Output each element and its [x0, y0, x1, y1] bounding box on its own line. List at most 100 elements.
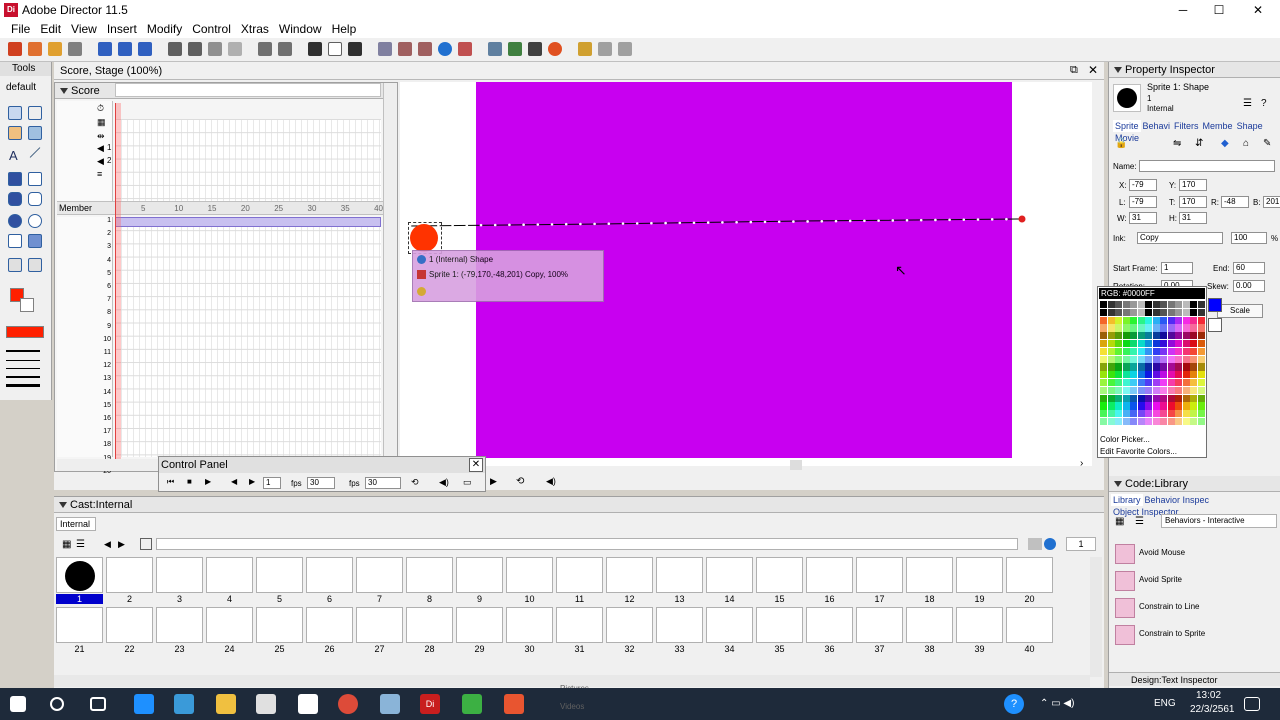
extra-play-icon[interactable]: ▶	[490, 476, 497, 487]
palette-swatch[interactable]	[1130, 418, 1137, 426]
cast-member-cell[interactable]	[1006, 607, 1053, 643]
palette-swatch[interactable]	[1145, 347, 1152, 356]
menu-insert[interactable]: Insert	[102, 20, 142, 38]
palette-swatch[interactable]	[1107, 316, 1115, 324]
palette-swatch[interactable]	[1182, 394, 1190, 402]
palette-swatch[interactable]	[1160, 355, 1167, 363]
cast-member-cell[interactable]	[406, 557, 453, 593]
palette-swatch[interactable]	[1137, 371, 1145, 379]
palette-swatch[interactable]	[1167, 402, 1175, 410]
palette-swatch[interactable]	[1145, 301, 1152, 309]
filled-ellipse-icon[interactable]	[8, 214, 22, 228]
checkbox-tool-icon[interactable]	[8, 234, 22, 248]
palette-swatch[interactable]	[1190, 324, 1197, 332]
end-keyframe-handle[interactable]	[1018, 215, 1026, 223]
extra-volume-icon[interactable]: ◀)	[546, 476, 556, 487]
channel-number[interactable]: 12	[97, 362, 111, 369]
palette-swatch[interactable]	[1145, 418, 1152, 426]
palette-swatch[interactable]	[1152, 316, 1160, 324]
stage-scroll-thumb[interactable]	[790, 460, 802, 470]
palette-swatch[interactable]	[1167, 379, 1175, 387]
sprite-span-channel-1[interactable]	[115, 217, 381, 227]
palette-swatch[interactable]	[1175, 355, 1182, 363]
y-field[interactable]: 170	[1179, 179, 1207, 191]
palette-swatch[interactable]	[1145, 316, 1152, 324]
palette-swatch[interactable]	[1107, 386, 1115, 395]
palette-swatch[interactable]	[1130, 410, 1137, 418]
palette-swatch[interactable]	[1115, 332, 1122, 340]
frame-label-bar[interactable]	[115, 83, 381, 97]
palette-swatch[interactable]	[1197, 301, 1205, 309]
copy-icon[interactable]	[208, 42, 222, 56]
palette-swatch[interactable]	[1152, 363, 1160, 371]
button-tool-icon[interactable]	[28, 258, 42, 272]
palette-swatch[interactable]	[1190, 371, 1197, 379]
cast-member-cell[interactable]	[506, 607, 553, 643]
palette-swatch[interactable]	[1122, 301, 1130, 309]
channel-number[interactable]: 2	[97, 230, 111, 237]
r-field[interactable]: -48	[1221, 196, 1249, 208]
list-view-icon[interactable]: ☰	[76, 539, 85, 550]
palette-swatch[interactable]	[1152, 379, 1160, 387]
behavior-icon[interactable]	[598, 42, 612, 56]
palette-swatch[interactable]	[1197, 394, 1205, 402]
palette-swatch[interactable]	[1175, 347, 1182, 356]
palette-swatch[interactable]	[1122, 410, 1130, 418]
constrain-line-icon[interactable]	[1115, 598, 1135, 618]
cast-member-cell[interactable]	[856, 607, 903, 643]
store-icon[interactable]	[256, 694, 276, 714]
cast-member-cell[interactable]	[556, 557, 603, 593]
l-field[interactable]: -79	[1129, 196, 1157, 208]
palette-swatch[interactable]	[1115, 394, 1122, 402]
cast-member-cell[interactable]	[806, 557, 853, 593]
palette-swatch[interactable]	[1197, 324, 1205, 332]
palette-swatch[interactable]	[1145, 332, 1152, 340]
palette-swatch[interactable]	[1100, 418, 1107, 426]
palette-swatch[interactable]	[1175, 394, 1182, 402]
cast-window-icon[interactable]	[398, 42, 412, 56]
palette-swatch[interactable]	[1100, 410, 1107, 418]
palette-swatch[interactable]	[1190, 332, 1197, 340]
palette-swatch[interactable]	[1167, 418, 1175, 426]
secondary-color-swatch[interactable]	[1208, 318, 1222, 332]
channel-number[interactable]: 14	[97, 389, 111, 396]
menu-modify[interactable]: Modify	[142, 20, 187, 38]
tab-library[interactable]: Library	[1111, 494, 1143, 506]
palette-swatch[interactable]	[1190, 301, 1197, 309]
palette-swatch[interactable]	[1152, 394, 1160, 402]
channel-number[interactable]: 16	[97, 415, 111, 422]
palette-swatch[interactable]	[1152, 386, 1160, 395]
palette-swatch[interactable]	[1122, 308, 1130, 317]
field-tool-icon[interactable]	[8, 258, 22, 272]
clock-time[interactable]: 13:02	[1196, 690, 1221, 701]
palette-swatch[interactable]	[1130, 301, 1137, 309]
cast-member-cell[interactable]	[856, 557, 903, 593]
cast-tab-internal[interactable]: Internal	[56, 517, 96, 531]
palette-swatch[interactable]	[1182, 379, 1190, 387]
notification-icon[interactable]	[1244, 697, 1260, 711]
library-list-icon[interactable]: ▦	[1115, 516, 1124, 527]
line-width-5-icon[interactable]	[6, 384, 40, 387]
palette-swatch[interactable]	[1107, 301, 1115, 309]
palette-swatch[interactable]	[1137, 324, 1145, 332]
undo-icon[interactable]	[168, 42, 182, 56]
palette-swatch[interactable]	[1130, 347, 1137, 356]
palette-swatch[interactable]	[1145, 355, 1152, 363]
menu-xtras[interactable]: Xtras	[236, 20, 274, 38]
palette-swatch[interactable]	[1130, 371, 1137, 379]
cast-member-cell[interactable]	[456, 557, 503, 593]
ink-select[interactable]: Copy	[1137, 232, 1223, 244]
cast-member-cell[interactable]	[806, 607, 853, 643]
palette-swatch[interactable]	[1182, 308, 1190, 317]
palette-swatch[interactable]	[1130, 355, 1137, 363]
palette-swatch[interactable]	[1152, 371, 1160, 379]
tab-sprite[interactable]: Sprite	[1113, 120, 1141, 132]
palette-swatch[interactable]	[1152, 308, 1160, 317]
palette-swatch[interactable]	[1145, 402, 1152, 410]
cp-loop-icon[interactable]: ⟲	[411, 477, 419, 488]
palette-swatch[interactable]	[1122, 332, 1130, 340]
palette-swatch[interactable]	[1137, 402, 1145, 410]
palette-swatch[interactable]	[1137, 379, 1145, 387]
palette-swatch[interactable]	[1115, 418, 1122, 426]
cp-play-icon[interactable]: ▶	[205, 477, 211, 486]
